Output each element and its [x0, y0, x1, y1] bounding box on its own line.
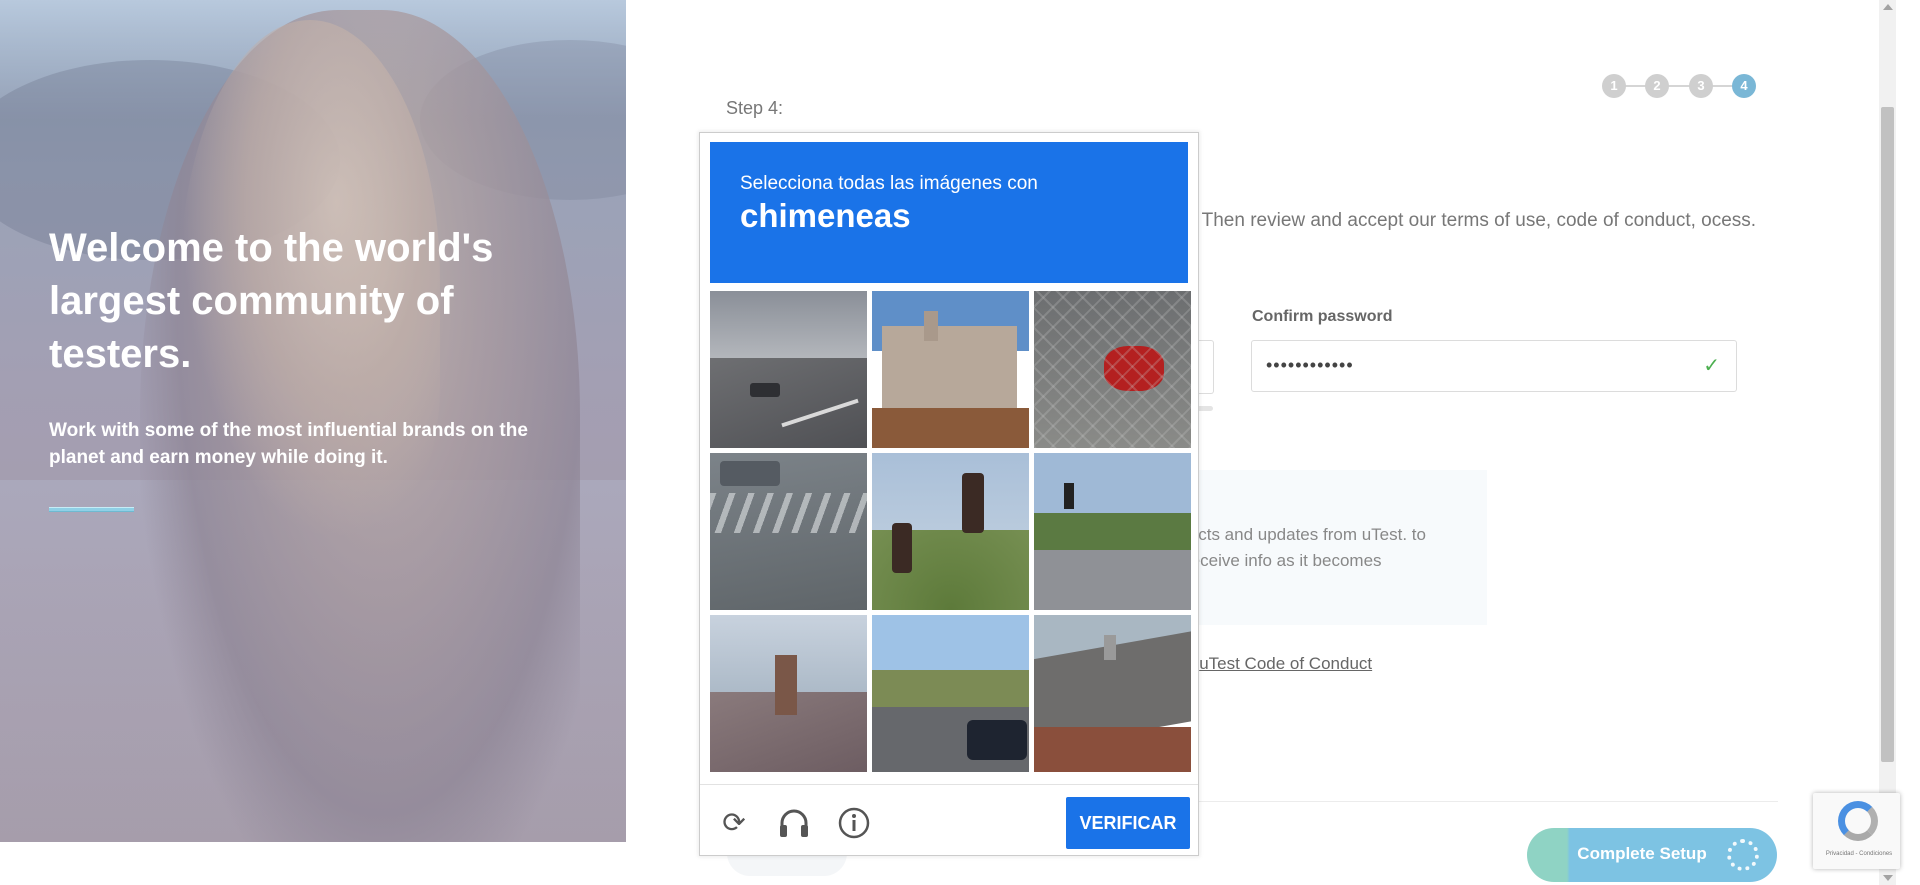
verify-button[interactable]: VERIFICAR	[1066, 797, 1190, 849]
check-icon: ✓	[1703, 355, 1720, 377]
recaptcha-badge[interactable]: Privacidad - Condiciones	[1813, 793, 1900, 869]
captcha-tile-7[interactable]	[710, 615, 867, 772]
step-2-dot: 2	[1645, 74, 1669, 98]
reload-icon[interactable]: ⟳	[716, 805, 752, 841]
confirm-password-label: Confirm password	[1252, 308, 1393, 325]
form-divider	[1170, 801, 1778, 802]
captcha-tile-9[interactable]	[1034, 615, 1191, 772]
confirm-password-value: ••••••••••••	[1266, 355, 1354, 375]
complete-setup-label: Complete Setup	[1577, 844, 1707, 863]
scrollbar-thumb[interactable]	[1881, 107, 1894, 762]
confirm-password-input[interactable]: •••••••••••• ✓	[1251, 340, 1737, 392]
step-1-dot: 1	[1602, 74, 1626, 98]
page-scrollbar[interactable]	[1879, 0, 1896, 885]
captcha-instruction: Selecciona todas las imágenes con	[740, 173, 1038, 194]
captcha-tile-1[interactable]	[710, 291, 867, 448]
captcha-tile-4[interactable]	[710, 453, 867, 610]
captcha-header: Selecciona todas las imágenes con chimen…	[710, 142, 1188, 283]
captcha-tile-6[interactable]	[1034, 453, 1191, 610]
step-4-dot: 4	[1732, 74, 1756, 98]
scroll-up-icon[interactable]	[1883, 4, 1893, 10]
recaptcha-logo-icon	[1838, 801, 1878, 841]
hero-subtext: Work with some of the most influential b…	[49, 420, 528, 468]
captcha-tile-5[interactable]	[872, 453, 1029, 610]
captcha-tile-8[interactable]	[872, 615, 1029, 772]
captcha-tile-3[interactable]	[1034, 291, 1191, 448]
captcha-footer-divider	[700, 784, 1198, 785]
step-3-dot: 3	[1689, 74, 1713, 98]
step-intro-text: unt. Then review and accept our terms of…	[1165, 210, 1757, 231]
spinner-icon	[1727, 839, 1759, 871]
step-progress: 1 2 3 4	[1602, 74, 1762, 98]
captcha-tile-2[interactable]	[872, 291, 1029, 448]
hero-panel: Welcome to the world's largest community…	[0, 0, 626, 842]
scroll-down-icon[interactable]	[1883, 875, 1893, 881]
hero-headline: Welcome to the world's largest community…	[49, 226, 494, 376]
hero-accent-line	[49, 507, 134, 512]
newsletter-text: jects and updates from uTest. to receive…	[1185, 525, 1426, 570]
code-of-conduct-line: e uTest Code of Conduct	[1185, 654, 1372, 674]
captcha-challenge: Selecciona todas las imágenes con chimen…	[699, 132, 1199, 856]
captcha-target: chimeneas	[740, 197, 911, 234]
info-icon[interactable]	[836, 805, 872, 841]
code-of-conduct-link[interactable]: uTest Code of Conduct	[1199, 654, 1372, 673]
step-label: Step 4:	[726, 98, 784, 118]
complete-setup-button[interactable]: Complete Setup	[1527, 828, 1777, 882]
audio-icon[interactable]	[776, 805, 812, 841]
recaptcha-badge-text[interactable]: Privacidad - Condiciones	[1819, 851, 1899, 857]
captcha-image-grid	[710, 291, 1191, 772]
